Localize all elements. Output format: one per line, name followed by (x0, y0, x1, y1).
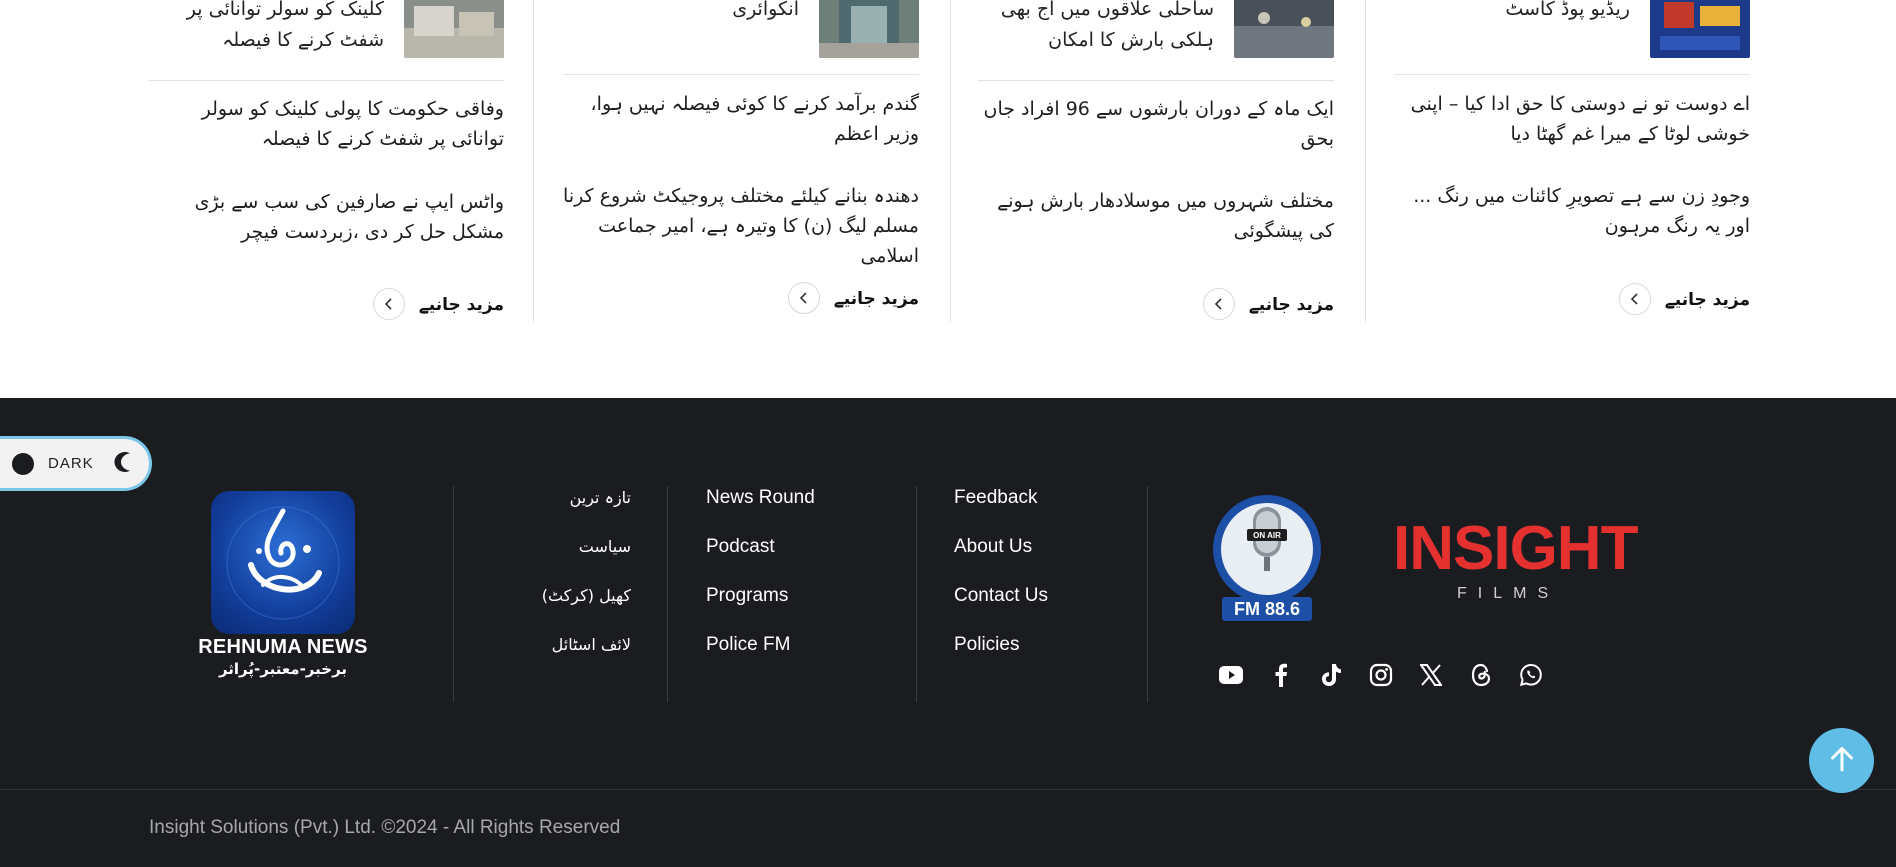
facebook-icon[interactable] (1269, 663, 1293, 687)
insight-films-logo[interactable]: INSIGHT FILMS (1393, 515, 1638, 615)
whatsapp-icon[interactable] (1519, 663, 1543, 687)
story-link[interactable]: دھندہ بنانے کیلئے مختلف پروجیکٹ شروع کرن… (563, 181, 919, 271)
column-divider (1365, 0, 1366, 322)
footer-urdu-links: تازہ ترین سیاست کھیل (کرکٹ) لائف اسٹائل (471, 487, 631, 683)
chevron-left-icon[interactable] (1618, 283, 1651, 315)
read-more-label: مزید جانیے (418, 294, 504, 315)
insight-name: INSIGHT (1393, 514, 1638, 583)
story-title[interactable]: ساحلی علاقوں میں آج بھی ہلکی بارش کا امک… (978, 0, 1214, 56)
footer-divider (916, 486, 917, 702)
footer-links-a: News Round Podcast Programs Police FM (706, 487, 815, 683)
toggle-dot-icon (12, 452, 34, 475)
top-story[interactable]: کلینک کو سولر توانائی پر شفٹ کرنے کا فیص… (148, 0, 504, 60)
footer-link-about-us[interactable]: About Us (954, 536, 1048, 585)
footer-rule (0, 789, 1896, 790)
logo-tagline: برخبر-معتبر-پُراثر (218, 660, 348, 678)
moon-icon (108, 449, 134, 479)
site-footer: REHNUMA NEWS برخبر-معتبر-پُراثر تازہ تری… (0, 398, 1896, 867)
read-more-link[interactable]: مزید جانیے (1618, 283, 1750, 315)
story-thumbnail[interactable] (1650, 0, 1750, 58)
divider (1394, 74, 1750, 75)
dark-mode-label: DARK (48, 455, 94, 472)
threads-icon[interactable] (1469, 663, 1493, 687)
column-divider (533, 0, 534, 322)
fm-label: FM 88.6 (1234, 599, 1300, 619)
social-links (1219, 663, 1543, 687)
news-column: ریڈیو پوڈ کاسٹ اے دوست تو نے دوستی کا حق… (1394, 0, 1750, 322)
news-column: ساحلی علاقوں میں آج بھی ہلکی بارش کا امک… (978, 0, 1334, 322)
footer-link-programs[interactable]: Programs (706, 585, 815, 634)
instagram-icon[interactable] (1369, 663, 1393, 687)
story-thumbnail[interactable] (1234, 0, 1334, 58)
footer-links-b: Feedback About Us Contact Us Policies (954, 487, 1048, 683)
footer-link-police-fm[interactable]: Police FM (706, 634, 815, 683)
footer-link-politics[interactable]: سیاست (471, 536, 631, 585)
story-thumbnail[interactable] (819, 0, 919, 58)
footer-link-news-round[interactable]: News Round (706, 487, 815, 536)
footer-divider (453, 486, 454, 702)
news-column: کلینک کو سولر توانائی پر شفٹ کرنے کا فیص… (148, 0, 504, 322)
story-title[interactable]: کلینک کو سولر توانائی پر شفٹ کرنے کا فیص… (148, 0, 384, 56)
footer-link-feedback[interactable]: Feedback (954, 487, 1048, 536)
divider (563, 74, 919, 75)
story-link[interactable]: واٹس ایپ نے صارفین کی سب سے بڑی مشکل حل … (148, 187, 504, 247)
footer-divider (1147, 486, 1148, 702)
fm-logo[interactable]: ON AIR FM 88.6 (1212, 493, 1322, 623)
read-more-link[interactable]: مزید جانیے (787, 282, 919, 314)
fm-on-air-label: ON AIR (1253, 531, 1281, 540)
scroll-to-top-button[interactable] (1809, 728, 1874, 793)
footer-link-latest[interactable]: تازہ ترین (471, 487, 631, 536)
logo-name: REHNUMA NEWS (198, 636, 368, 658)
story-title[interactable]: ریڈیو پوڈ کاسٹ (1394, 0, 1630, 25)
copyright-text: Insight Solutions (Pvt.) Ltd. ©2024 - Al… (149, 817, 621, 838)
read-more-label: مزید جانیے (1248, 294, 1334, 315)
story-link[interactable]: ایک ماہ کے دوران بارشوں سے 96 افراد جاں … (978, 94, 1334, 154)
footer-link-contact-us[interactable]: Contact Us (954, 585, 1048, 634)
story-link[interactable]: اے دوست تو نے دوستی کا حق ادا کیا – اپنی… (1394, 89, 1750, 149)
top-story[interactable]: ریڈیو پوڈ کاسٹ (1394, 0, 1750, 60)
story-link[interactable]: وفاقی حکومت کا پولی کلینک کو سولر توانائ… (148, 94, 504, 154)
divider (978, 80, 1334, 81)
story-link[interactable]: وجودِ زن سے ہے تصویرِ کائنات میں رنگ ...… (1394, 181, 1750, 241)
footer-link-policies[interactable]: Policies (954, 634, 1048, 683)
top-story[interactable]: ساحلی علاقوں میں آج بھی ہلکی بارش کا امک… (978, 0, 1334, 60)
story-title[interactable]: انکوائری (563, 0, 799, 25)
news-column: انکوائری گندم برآمد کرنے کا کوئی فیصلہ ن… (563, 0, 919, 322)
footer-link-sports[interactable]: کھیل (کرکٹ) (471, 585, 631, 634)
chevron-left-icon[interactable] (372, 288, 405, 320)
dark-mode-toggle[interactable]: DARK (0, 436, 152, 491)
footer-link-podcast[interactable]: Podcast (706, 536, 815, 585)
read-more-link[interactable]: مزید جانیے (1202, 288, 1334, 320)
rehnuma-logo[interactable] (211, 491, 355, 634)
read-more-label: مزید جانیے (1664, 289, 1750, 310)
read-more-link[interactable]: مزید جانیے (372, 288, 504, 320)
chevron-left-icon[interactable] (1202, 288, 1235, 320)
column-divider (950, 0, 951, 322)
arrow-up-icon (1829, 745, 1855, 777)
story-thumbnail[interactable] (404, 0, 504, 58)
news-section: کلینک کو سولر توانائی پر شفٹ کرنے کا فیص… (0, 0, 1896, 398)
divider (148, 80, 504, 81)
tiktok-icon[interactable] (1319, 663, 1343, 687)
story-link[interactable]: گندم برآمد کرنے کا کوئی فیصلہ نہیں ہوا، … (563, 89, 919, 149)
youtube-icon[interactable] (1219, 663, 1243, 687)
chevron-left-icon[interactable] (787, 282, 820, 314)
footer-link-lifestyle[interactable]: لائف اسٹائل (471, 634, 631, 683)
read-more-label: مزید جانیے (833, 288, 919, 309)
top-story[interactable]: انکوائری (563, 0, 919, 60)
story-link[interactable]: مختلف شہروں میں موسلادھار بارش ہونے کی پ… (978, 186, 1334, 246)
footer-divider (667, 486, 668, 702)
x-icon[interactable] (1419, 663, 1443, 687)
insight-sub: FILMS (1457, 585, 1560, 602)
